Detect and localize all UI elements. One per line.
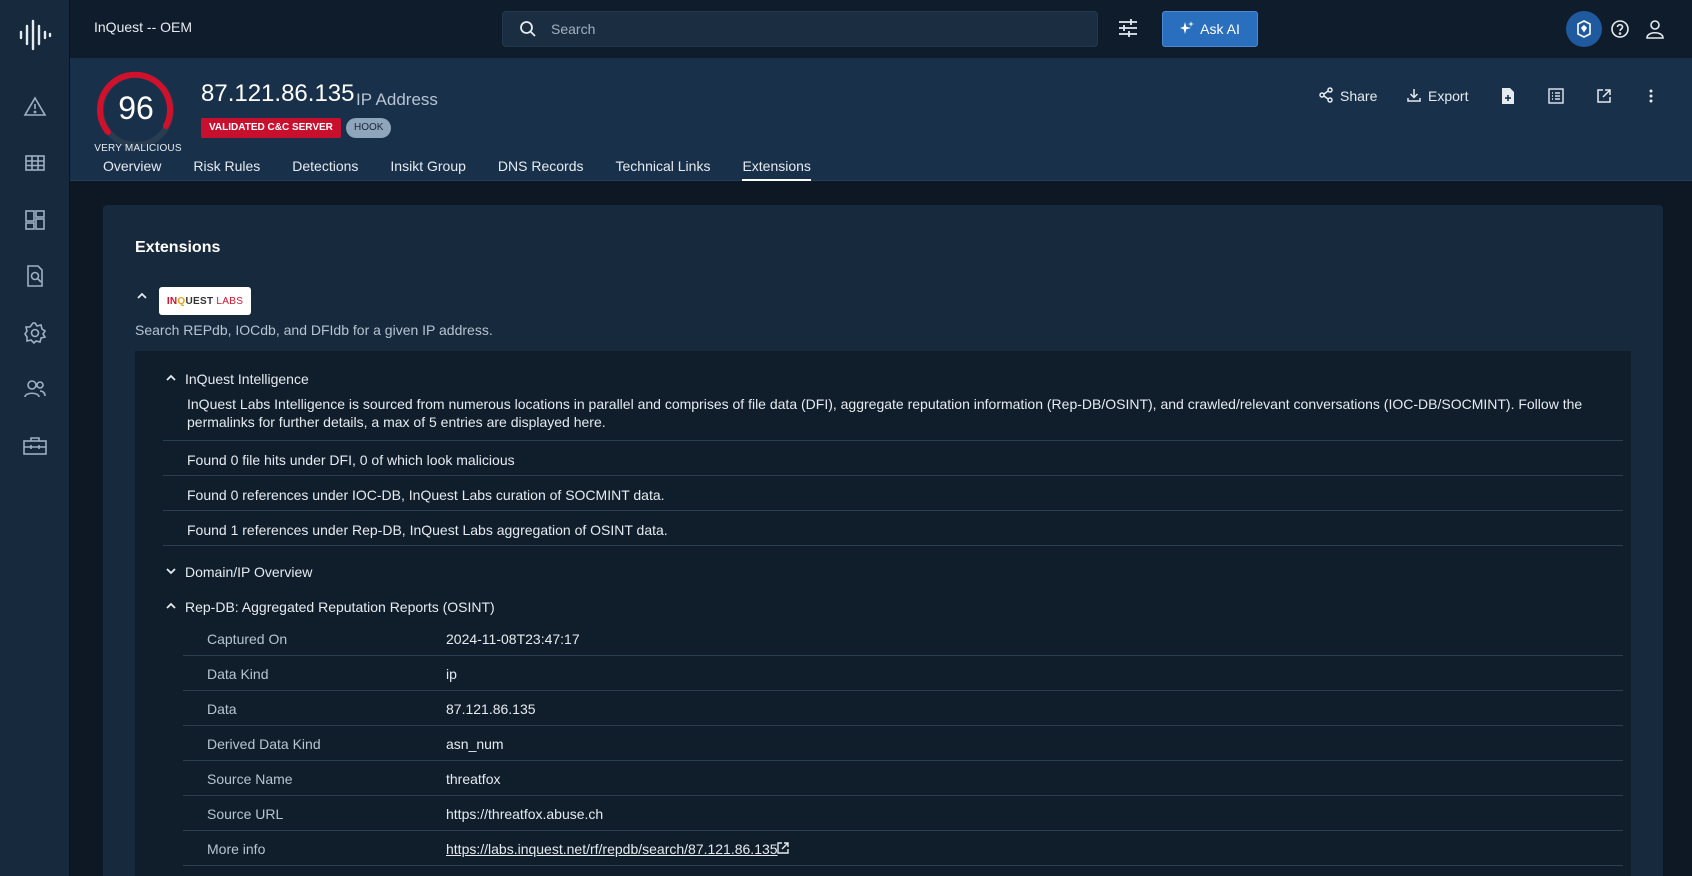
section-heading: Rep-DB: Aggregated Reputation Reports (O… [185, 599, 495, 615]
download-icon [1406, 87, 1422, 106]
extensions-card: Extensions IN Q UEST LABS Search REPdb, IOC… [103, 205, 1663, 876]
entity-type: IP Address [356, 90, 438, 109]
repdb-reports-toggle[interactable]: Rep-DB: Aggregated Reputation Reports (O… [165, 599, 495, 615]
logo-part-labs: LABS [216, 295, 244, 307]
entity-tabs: Overview Risk Rules Detections Insikt Gr… [103, 158, 843, 181]
export-button[interactable]: Export [1406, 84, 1468, 108]
hook-badge[interactable]: HOOK [346, 118, 392, 138]
toolbox-icon[interactable] [22, 433, 48, 459]
alert-triangle-icon[interactable] [22, 94, 48, 120]
dashboard-icon[interactable] [22, 207, 48, 233]
inquest-labs-logo: IN Q UEST LABS [159, 287, 251, 315]
tab-insikt-group[interactable]: Insikt Group [390, 158, 465, 181]
left-rail [0, 0, 70, 876]
entity-name: 87.121.86.135 [201, 80, 355, 107]
logo-part-q: Q [177, 295, 186, 307]
dfi-result-text: Found 0 file hits under DFI, 0 of which … [187, 452, 515, 468]
external-link-icon[interactable] [776, 841, 790, 858]
ask-ai-button[interactable]: Ask AI [1162, 11, 1258, 47]
table-row: More info https://labs.inquest.net/rf/re… [183, 831, 1623, 866]
entity-header: 96 VERY MALICIOUS 87.121.86.135 IP Addre… [70, 58, 1692, 181]
field-value: asn_num [446, 736, 504, 752]
search-input[interactable] [551, 12, 1081, 46]
tab-dns-records[interactable]: DNS Records [498, 158, 584, 181]
top-bar: InQuest -- OEM Ask AI [70, 0, 1692, 58]
field-key: Data [207, 701, 237, 717]
field-key: More info [207, 841, 266, 857]
field-value: 87.121.86.135 [446, 701, 536, 717]
export-label: Export [1428, 88, 1469, 104]
tab-technical-links[interactable]: Technical Links [616, 158, 711, 181]
settings-gear-icon[interactable] [22, 320, 48, 346]
section-heading: Domain/IP Overview [185, 564, 313, 580]
filter-sliders-icon[interactable] [1116, 16, 1140, 40]
table-row: Data 87.121.86.135 [183, 691, 1623, 726]
extension-description: Search REPdb, IOCdb, and DFIdb for a giv… [135, 322, 493, 338]
list-item: Found 1 references under Rep-DB, InQuest… [163, 510, 1623, 545]
search-box[interactable] [502, 11, 1098, 47]
risk-score: 96 [118, 90, 154, 126]
field-key: Captured On [207, 631, 288, 647]
chevron-up-icon [165, 599, 177, 615]
tab-extensions[interactable]: Extensions [742, 158, 811, 181]
risk-label: VERY MALICIOUS [94, 143, 182, 154]
ai-assistant-icon[interactable] [1566, 11, 1602, 47]
help-icon[interactable] [1605, 14, 1635, 44]
logo-part-in: IN [166, 295, 178, 307]
extensions-title: Extensions [135, 239, 221, 256]
table-row: Derived Data Kind asn_num [183, 726, 1623, 761]
open-external-icon[interactable] [1596, 84, 1612, 108]
tab-detections[interactable]: Detections [292, 158, 358, 181]
tab-risk-rules[interactable]: Risk Rules [193, 158, 260, 181]
field-key: Data Kind [207, 666, 269, 682]
sparkle-icon [1180, 20, 1195, 38]
search-icon [519, 20, 537, 43]
iocdb-result-text: Found 0 references under IOC-DB, InQuest… [187, 487, 665, 503]
table-row: Source Name threatfox [183, 761, 1623, 796]
share-label: Share [1340, 88, 1378, 104]
user-profile-icon[interactable] [1640, 14, 1670, 44]
field-value: 2024-11-08T23:47:17 [446, 631, 580, 647]
field-value: https://threatfox.abuse.ch [446, 806, 604, 822]
section-heading: InQuest Intelligence [185, 371, 309, 387]
tab-overview[interactable]: Overview [103, 158, 161, 181]
recorded-future-logo-icon[interactable] [18, 18, 52, 52]
chevron-up-icon [165, 371, 177, 387]
list-view-icon[interactable] [1548, 84, 1564, 108]
list-item: Found 0 file hits under DFI, 0 of which … [163, 440, 1623, 475]
document-search-icon[interactable] [22, 263, 48, 289]
list-item: Found 0 references under IOC-DB, InQuest… [163, 475, 1623, 510]
logo-part-uest: UEST [185, 295, 214, 307]
table-row: Source URL https://threatfox.abuse.ch [183, 796, 1623, 831]
field-value: threatfox [446, 771, 501, 787]
chevron-up-icon[interactable] [135, 289, 149, 308]
domain-ip-overview-toggle[interactable]: Domain/IP Overview [165, 564, 312, 580]
field-key: Source Name [207, 771, 293, 787]
risk-score-gauge: 96 VERY MALICIOUS [94, 68, 186, 154]
grid-table-icon[interactable] [22, 150, 48, 176]
more-options-icon[interactable] [1648, 84, 1654, 108]
field-key: Derived Data Kind [207, 736, 321, 752]
table-row: Captured On 2024-11-08T23:47:17 [183, 621, 1623, 656]
users-icon[interactable] [22, 376, 48, 402]
extension-results-panel: InQuest Intelligence InQuest Labs Intell… [135, 351, 1631, 876]
app-title: InQuest -- OEM [94, 19, 193, 35]
chevron-down-icon [165, 564, 177, 580]
ask-ai-label: Ask AI [1200, 21, 1240, 37]
intel-description: InQuest Labs Intelligence is sourced fro… [187, 396, 1583, 430]
more-info-link[interactable]: https://labs.inquest.net/rf/repdb/search… [446, 841, 778, 857]
share-button[interactable]: Share [1318, 84, 1377, 108]
table-row: Data Kind ip [183, 656, 1623, 691]
divider [163, 545, 1623, 546]
repdb-result-text: Found 1 references under Rep-DB, InQuest… [187, 522, 668, 538]
field-key: Source URL [207, 806, 284, 822]
add-note-icon[interactable] [1500, 84, 1516, 108]
share-icon [1318, 86, 1334, 106]
inquest-intelligence-toggle[interactable]: InQuest Intelligence [165, 371, 309, 387]
field-value: ip [446, 666, 457, 682]
validated-cc-server-badge[interactable]: VALIDATED C&C SERVER [201, 118, 341, 138]
